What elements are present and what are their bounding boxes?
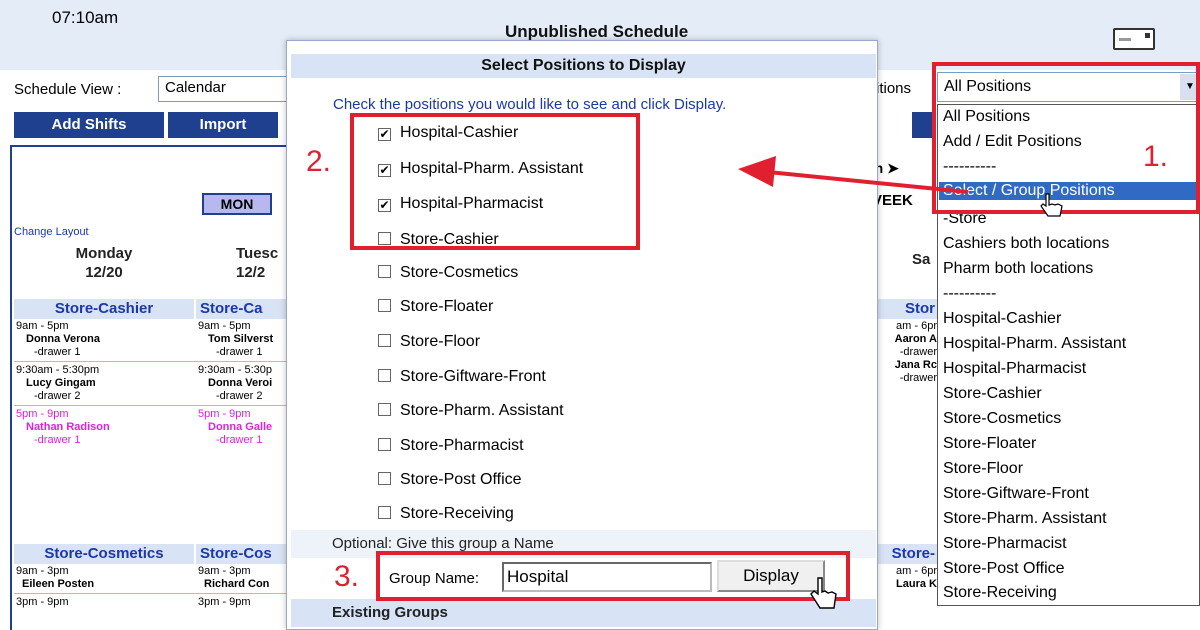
arrow-head-icon <box>738 156 776 187</box>
arrow-shaft <box>767 170 969 194</box>
hand-cursor-icon <box>810 577 837 609</box>
annotation-arrow <box>738 156 969 194</box>
hand-cursor-icon <box>1040 193 1063 217</box>
